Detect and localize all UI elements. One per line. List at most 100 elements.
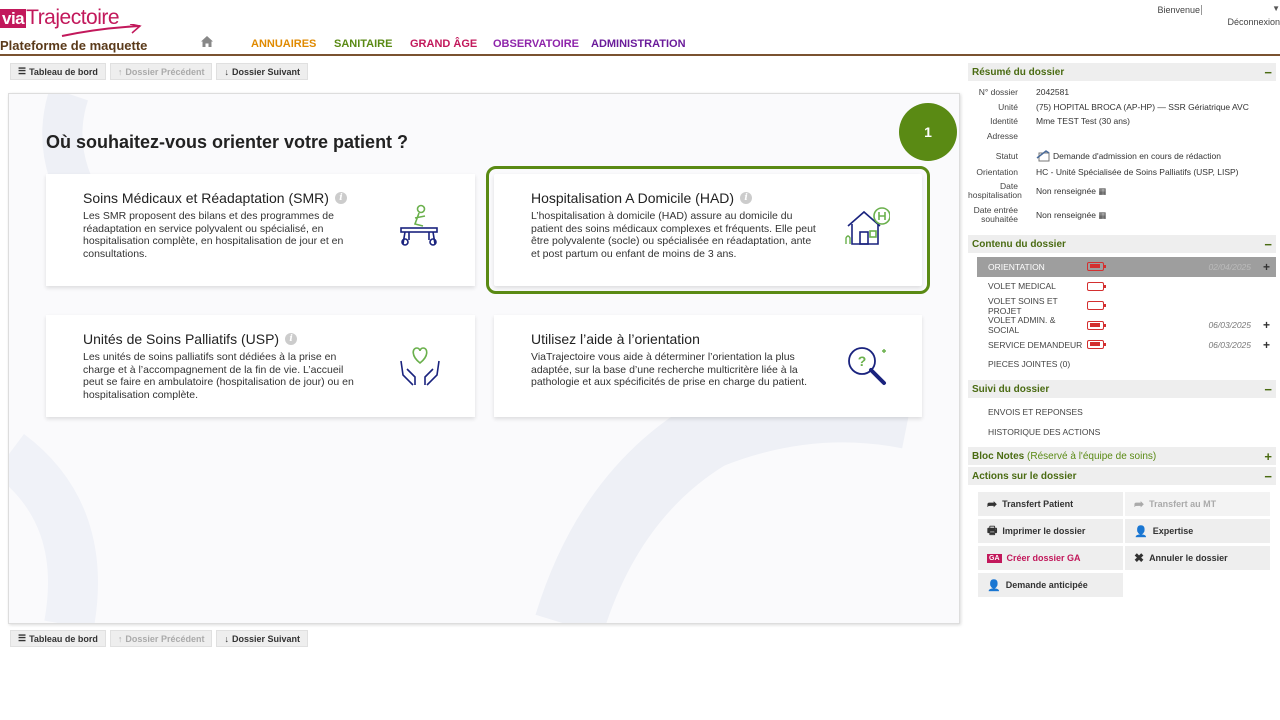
card-orientation-help-title-text: Utilisez l’aide à l’orientation bbox=[531, 331, 700, 347]
transfer-patient-label: Transfert Patient bbox=[1002, 499, 1074, 509]
card-usp-title: Unités de Soins Palliatifs (USP) i bbox=[83, 331, 298, 347]
user-menu-caret-icon[interactable]: ▼ bbox=[1272, 4, 1280, 13]
content-item-date: 06/03/2025 bbox=[1208, 320, 1251, 331]
nav-administration[interactable]: ADMINISTRATION bbox=[591, 38, 686, 50]
status-text: Demande d'admission en cours de rédactio… bbox=[1053, 151, 1221, 161]
plus-icon[interactable]: + bbox=[1263, 260, 1270, 274]
card-had-title-text: Hospitalisation A Domicile (HAD) bbox=[531, 190, 735, 206]
next-file-button[interactable]: ↓ Dossier Suivant bbox=[216, 630, 308, 647]
calendar-icon[interactable]: ▦ bbox=[1098, 210, 1106, 220]
entry-date-value: Non renseignée ▦ bbox=[1036, 210, 1276, 220]
dashboard-button[interactable]: ☰ Tableau de bord bbox=[10, 63, 106, 80]
dashboard-button[interactable]: ☰ Tableau de bord bbox=[10, 630, 106, 647]
address-value bbox=[1036, 131, 1276, 148]
nav-grand-age[interactable]: GRAND ÂGE bbox=[410, 38, 477, 50]
actions-history-link[interactable]: HISTORIQUE DES ACTIONS bbox=[977, 422, 1276, 442]
next-file-button[interactable]: ↓ Dossier Suivant bbox=[216, 63, 308, 80]
anticipated-request-label: Demande anticipée bbox=[1005, 580, 1088, 590]
expertise-label: Expertise bbox=[1152, 526, 1194, 536]
followup-list: ENVOIS ET REPONSES HISTORIQUE DES ACTION… bbox=[968, 398, 1276, 442]
nav-annuaires[interactable]: ANNUAIRES bbox=[251, 38, 316, 50]
plus-icon[interactable]: + bbox=[1263, 318, 1270, 332]
card-smr[interactable]: Soins Médicaux et Réadaptation (SMR) i Le… bbox=[46, 174, 475, 286]
calendar-icon[interactable]: ▦ bbox=[1098, 186, 1106, 196]
logout-link[interactable]: Déconnexion bbox=[1227, 17, 1280, 27]
viatrajectoire-logo[interactable]: viaTrajectoire bbox=[0, 6, 142, 37]
collapse-icon[interactable]: − bbox=[1264, 469, 1272, 484]
content-item-orientation[interactable]: ORIENTATION 02/04/2025 + bbox=[977, 257, 1276, 277]
orientation-panel: Où souhaitez-vous orienter votre patient… bbox=[8, 93, 960, 624]
file-sidebar: Résumé du dossier − N° dossier 2042581 Uni… bbox=[968, 60, 1276, 605]
info-icon[interactable]: i bbox=[285, 333, 298, 345]
logo-via: via bbox=[0, 9, 27, 28]
draft-document-icon bbox=[1036, 150, 1050, 162]
summary-key: Date hospitalisation bbox=[968, 181, 1022, 200]
summary-body: N° dossier 2042581 Unité (75) HOPITAL BROC… bbox=[968, 81, 1276, 227]
collapse-icon[interactable]: − bbox=[1264, 382, 1272, 397]
content-item-requesting-service[interactable]: SERVICE DEMANDEUR 06/03/2025 + bbox=[977, 335, 1276, 355]
create-ga-file-button[interactable]: GA Créer dossier GA bbox=[978, 546, 1123, 570]
bottom-toolbar: ☰ Tableau de bord ↑ Dossier Précédent ↓ Dos… bbox=[10, 630, 308, 647]
home-icon[interactable] bbox=[200, 35, 214, 48]
completion-battery-icon bbox=[1087, 301, 1106, 311]
card-smr-desc: Les SMR proposent des bilans et des prog… bbox=[83, 210, 344, 260]
orientation-value: HC - Unité Spécialisée de Soins Palliati… bbox=[1036, 166, 1239, 177]
content-item-attachments[interactable]: PIECES JOINTES (0) bbox=[977, 355, 1276, 375]
content-item-date: 02/04/2025 bbox=[1208, 261, 1251, 272]
printer-icon: 🖶 bbox=[987, 524, 998, 537]
card-had[interactable]: Hospitalisation A Domicile (HAD) i L’hosp… bbox=[486, 166, 930, 294]
summary-key: Statut bbox=[995, 151, 1018, 161]
transfer-patient-button[interactable]: ➦ Transfert Patient bbox=[978, 492, 1123, 516]
notes-subtitle: (Réservé à l'équipe de soins) bbox=[1027, 450, 1157, 462]
card-usp[interactable]: Unités de Soins Palliatifs (USP) i Les un… bbox=[46, 315, 475, 417]
nav-observatoire[interactable]: OBSERVATOIRE bbox=[493, 38, 579, 50]
arrow-up-icon: ↑ bbox=[117, 633, 123, 644]
dashboard-label: Tableau de bord bbox=[29, 633, 98, 644]
actions-title: Actions sur le dossier bbox=[972, 470, 1077, 482]
next-file-label: Dossier Suivant bbox=[231, 66, 300, 77]
top-toolbar: ☰ Tableau de bord ↑ Dossier Précédent ↓ Dos… bbox=[10, 63, 308, 80]
list-icon: ☰ bbox=[18, 633, 27, 643]
card-orientation-help[interactable]: Utilisez l’aide à l’orientation ViaTraje… bbox=[494, 315, 922, 417]
content-header[interactable]: Contenu du dossier − bbox=[968, 235, 1276, 253]
summary-key: Identité bbox=[990, 116, 1018, 126]
content-item-admin-social[interactable]: VOLET ADMIN. & SOCIAL 06/03/2025 + bbox=[977, 315, 1276, 335]
page-title: Où souhaitez-vous orienter votre patient… bbox=[46, 132, 409, 152]
content-item-date: 06/03/2025 bbox=[1208, 339, 1251, 350]
info-icon[interactable]: i bbox=[740, 192, 753, 204]
print-file-button[interactable]: 🖶 Imprimer le dossier bbox=[978, 519, 1123, 543]
expand-icon[interactable]: + bbox=[1264, 449, 1272, 464]
home-hospital-icon bbox=[845, 207, 890, 245]
expertise-button[interactable]: 👤 Expertise bbox=[1125, 519, 1270, 543]
card-smr-title: Soins Médicaux et Réadaptation (SMR) i bbox=[83, 190, 347, 206]
next-file-label: Dossier Suivant bbox=[231, 633, 300, 644]
card-orientation-help-title: Utilisez l’aide à l’orientation bbox=[531, 331, 700, 347]
transfer-mt-button[interactable]: ➦ Transfert au MT bbox=[1125, 492, 1270, 516]
followup-header[interactable]: Suivi du dossier − bbox=[968, 380, 1276, 398]
nav-sanitaire[interactable]: SANITAIRE bbox=[334, 38, 392, 50]
content-item-care[interactable]: VOLET SOINS ET PROJET bbox=[977, 296, 1276, 316]
summary-key: Unité bbox=[998, 101, 1018, 112]
completion-battery-icon bbox=[1087, 320, 1106, 330]
previous-file-button[interactable]: ↑ Dossier Précédent bbox=[109, 630, 213, 647]
step-badge: 1 bbox=[899, 103, 957, 161]
card-usp-title-text: Unités de Soins Palliatifs (USP) bbox=[83, 331, 280, 347]
cancel-file-button[interactable]: ✖ Annuler le dossier bbox=[1125, 546, 1270, 570]
actions-header[interactable]: Actions sur le dossier − bbox=[968, 467, 1276, 485]
previous-file-button[interactable]: ↑ Dossier Précédent bbox=[109, 63, 213, 80]
welcome-text: Bienvenue bbox=[1157, 5, 1200, 15]
share-arrow-icon: ➦ bbox=[987, 497, 998, 511]
collapse-icon[interactable]: − bbox=[1264, 237, 1272, 252]
summary-header[interactable]: Résumé du dossier − bbox=[968, 63, 1276, 81]
plus-icon[interactable]: + bbox=[1263, 338, 1270, 352]
ga-badge-icon: GA bbox=[987, 553, 1002, 563]
completion-battery-icon bbox=[1087, 281, 1106, 291]
anticipated-request-button[interactable]: 👤 Demande anticipée bbox=[978, 573, 1123, 597]
info-icon[interactable]: i bbox=[334, 192, 347, 204]
collapse-icon[interactable]: − bbox=[1264, 65, 1272, 80]
content-item-medical[interactable]: VOLET MEDICAL bbox=[977, 277, 1276, 297]
notes-header[interactable]: Bloc Notes (Réservé à l'équipe de soins)… bbox=[968, 447, 1276, 465]
user-question-icon: 👤 bbox=[1134, 525, 1148, 538]
sent-and-replies-link[interactable]: ENVOIS ET REPONSES bbox=[977, 402, 1276, 422]
create-ga-file-label: Créer dossier GA bbox=[1006, 553, 1081, 563]
